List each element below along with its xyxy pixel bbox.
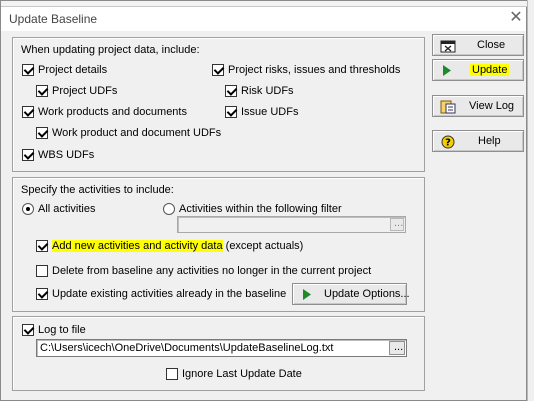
close-window-icon [440,40,456,53]
help-button-label: Help [478,135,501,147]
view-log-button-label: View Log [469,100,515,112]
help-icon: ? [441,135,455,149]
close-icon[interactable]: ✕ [507,9,525,27]
activities-panel: Specify the activities to include: All a… [12,177,425,312]
background-app-edge [527,0,534,401]
project-details-checkbox[interactable] [22,64,34,76]
log-to-file-label: Log to file [38,324,86,336]
work-product-udfs-label: Work product and document UDFs [52,127,222,139]
activities-heading: Specify the activities to include: [21,184,174,196]
svg-text:?: ? [445,138,451,149]
work-products-label: Work products and documents [38,106,187,118]
include-data-heading: When updating project data, include: [21,44,200,56]
update-existing-label: Update existing activities already in th… [52,288,287,300]
update-button-label: Update [470,64,510,76]
update-options-button[interactable]: Update Options... [292,283,410,305]
filter-field[interactable] [177,216,406,233]
view-log-button[interactable]: View Log [432,95,524,117]
filter-browse-button[interactable]: ... [390,217,404,231]
log-browse-button[interactable]: ... [389,341,405,355]
wbs-udfs-checkbox[interactable] [22,149,34,161]
all-activities-label: All activities [38,203,96,215]
risk-udfs-label: Risk UDFs [241,85,294,97]
log-path-value: C:\Users\icech\OneDrive\Documents\Update… [40,342,334,354]
log-to-file-checkbox[interactable] [22,324,34,336]
window-title: Update Baseline [9,12,98,26]
play-arrow-icon [303,289,311,300]
issue-udfs-label: Issue UDFs [241,106,299,118]
close-button[interactable]: Close [432,34,524,56]
update-button[interactable]: Update [432,59,524,81]
wbs-udfs-label: WBS UDFs [38,149,95,161]
update-options-label: Update Options... [324,288,410,300]
risk-udfs-checkbox[interactable] [225,85,237,97]
include-data-panel: When updating project data, include: Pro… [12,37,425,172]
issue-udfs-checkbox[interactable] [225,106,237,118]
view-log-icon [440,100,456,114]
filter-activities-radio[interactable] [163,203,175,215]
play-arrow-icon [443,65,451,76]
project-udfs-checkbox[interactable] [36,85,48,97]
risks-issues-label: Project risks, issues and thresholds [228,64,401,76]
project-details-label: Project details [38,64,108,76]
filter-browse-label: ... [394,217,404,229]
filter-activities-label: Activities within the following filter [179,203,342,215]
add-new-activities-checkbox[interactable] [36,240,48,252]
project-udfs-label: Project UDFs [52,85,118,97]
update-baseline-dialog: Update Baseline ✕ When updating project … [0,0,534,401]
all-activities-radio[interactable] [22,203,34,215]
log-panel: Log to file C:\Users\icech\OneDrive\Docu… [12,316,425,391]
help-button[interactable]: ? Help [432,130,524,152]
risks-issues-checkbox[interactable] [212,64,224,76]
delete-missing-checkbox[interactable] [36,265,48,277]
add-new-activities-label: Add new activities and activity data (ex… [52,240,303,252]
log-path-field[interactable]: C:\Users\icech\OneDrive\Documents\Update… [36,339,407,357]
delete-missing-label: Delete from baseline any activities no l… [52,265,372,277]
ignore-last-update-label: Ignore Last Update Date [182,368,302,380]
ignore-last-update-checkbox[interactable] [166,368,178,380]
add-new-activities-suffix: (except actuals) [222,240,304,252]
work-product-udfs-checkbox[interactable] [36,127,48,139]
add-new-activities-highlight: Add new activities and activity data [52,240,223,252]
close-button-label: Close [477,39,506,51]
title-bar: Update Baseline ✕ [1,7,526,31]
work-products-checkbox[interactable] [22,106,34,118]
log-browse-label: ... [394,341,404,353]
update-existing-checkbox[interactable] [36,288,48,300]
